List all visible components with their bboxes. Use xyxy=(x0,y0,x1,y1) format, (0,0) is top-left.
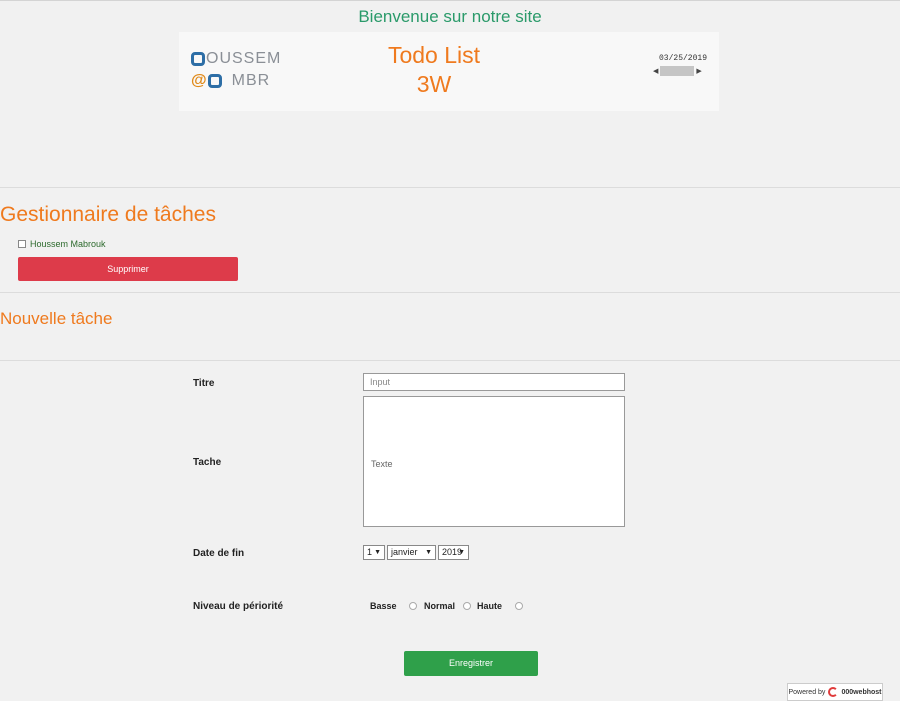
welcome-heading: Bienvenue sur notre site xyxy=(358,7,542,26)
site-banner: OUSSEM @ MBR Todo List 3W 03/25/2019 ◀ ▶ xyxy=(179,32,719,111)
logo-line2: MBR xyxy=(231,72,271,89)
day-value: 1 xyxy=(367,547,373,557)
divider xyxy=(0,187,900,188)
powered-by-badge[interactable]: Powered by 000webhost xyxy=(787,683,883,701)
logo-square-icon-2 xyxy=(207,74,222,88)
manager-heading: Gestionnaire de tâches xyxy=(0,203,216,226)
divider xyxy=(0,360,900,361)
priority-high-radio[interactable] xyxy=(515,602,523,610)
app-title: Todo List 3W xyxy=(349,41,519,99)
priority-high-label: Haute xyxy=(477,601,503,611)
title-label: Titre xyxy=(193,378,215,389)
title-input[interactable]: Input xyxy=(363,373,625,391)
task-label: Houssem Mabrouk xyxy=(30,239,106,249)
priority-label: Niveau de périorité xyxy=(193,601,284,612)
save-button[interactable]: Enregistrer xyxy=(404,651,538,676)
new-task-heading: Nouvelle tâche xyxy=(0,309,113,328)
app-title-line1: Todo List xyxy=(387,42,481,68)
logo-at: @ xyxy=(191,72,208,89)
priority-normal-label: Normal xyxy=(424,601,456,611)
chevron-down-icon: ▼ xyxy=(458,549,465,556)
powered-by-brand: 000webhost xyxy=(841,688,882,696)
scroll-right-icon[interactable]: ▶ xyxy=(696,67,701,75)
brand-logo: OUSSEM @ MBR xyxy=(191,50,301,94)
chevron-down-icon: ▼ xyxy=(425,549,432,556)
divider xyxy=(0,292,900,293)
month-value: janvier xyxy=(391,547,418,557)
scroll-left-icon[interactable]: ◀ xyxy=(653,67,658,75)
due-date-label: Date de fin xyxy=(193,548,245,559)
day-select[interactable]: 1 ▼ xyxy=(363,545,385,560)
year-select[interactable]: 2019 ▼ xyxy=(438,545,469,560)
task-checkbox[interactable] xyxy=(18,240,26,248)
task-text-label: Tache xyxy=(193,457,222,468)
task-textarea[interactable]: Texte xyxy=(363,396,625,527)
powered-by-text: Powered by xyxy=(788,688,826,696)
logo-line1: OUSSEM xyxy=(206,50,282,67)
delete-button[interactable]: Supprimer xyxy=(18,257,238,281)
priority-normal-radio[interactable] xyxy=(463,602,471,610)
task-item[interactable]: Houssem Mabrouk xyxy=(18,239,106,249)
month-select[interactable]: janvier ▼ xyxy=(387,545,436,560)
priority-low-label: Basse xyxy=(370,601,397,611)
date-scrollbar[interactable]: ◀ ▶ xyxy=(653,66,723,76)
date-widget: 03/25/2019 ◀ ▶ xyxy=(653,54,723,76)
priority-low-radio[interactable] xyxy=(409,602,417,610)
app-title-line2: 3W xyxy=(416,71,452,97)
webhost-logo-icon xyxy=(828,687,839,697)
logo-square-icon xyxy=(191,52,205,66)
chevron-down-icon: ▼ xyxy=(374,549,381,556)
scroll-track[interactable] xyxy=(660,66,695,76)
date-display: 03/25/2019 xyxy=(658,54,707,63)
